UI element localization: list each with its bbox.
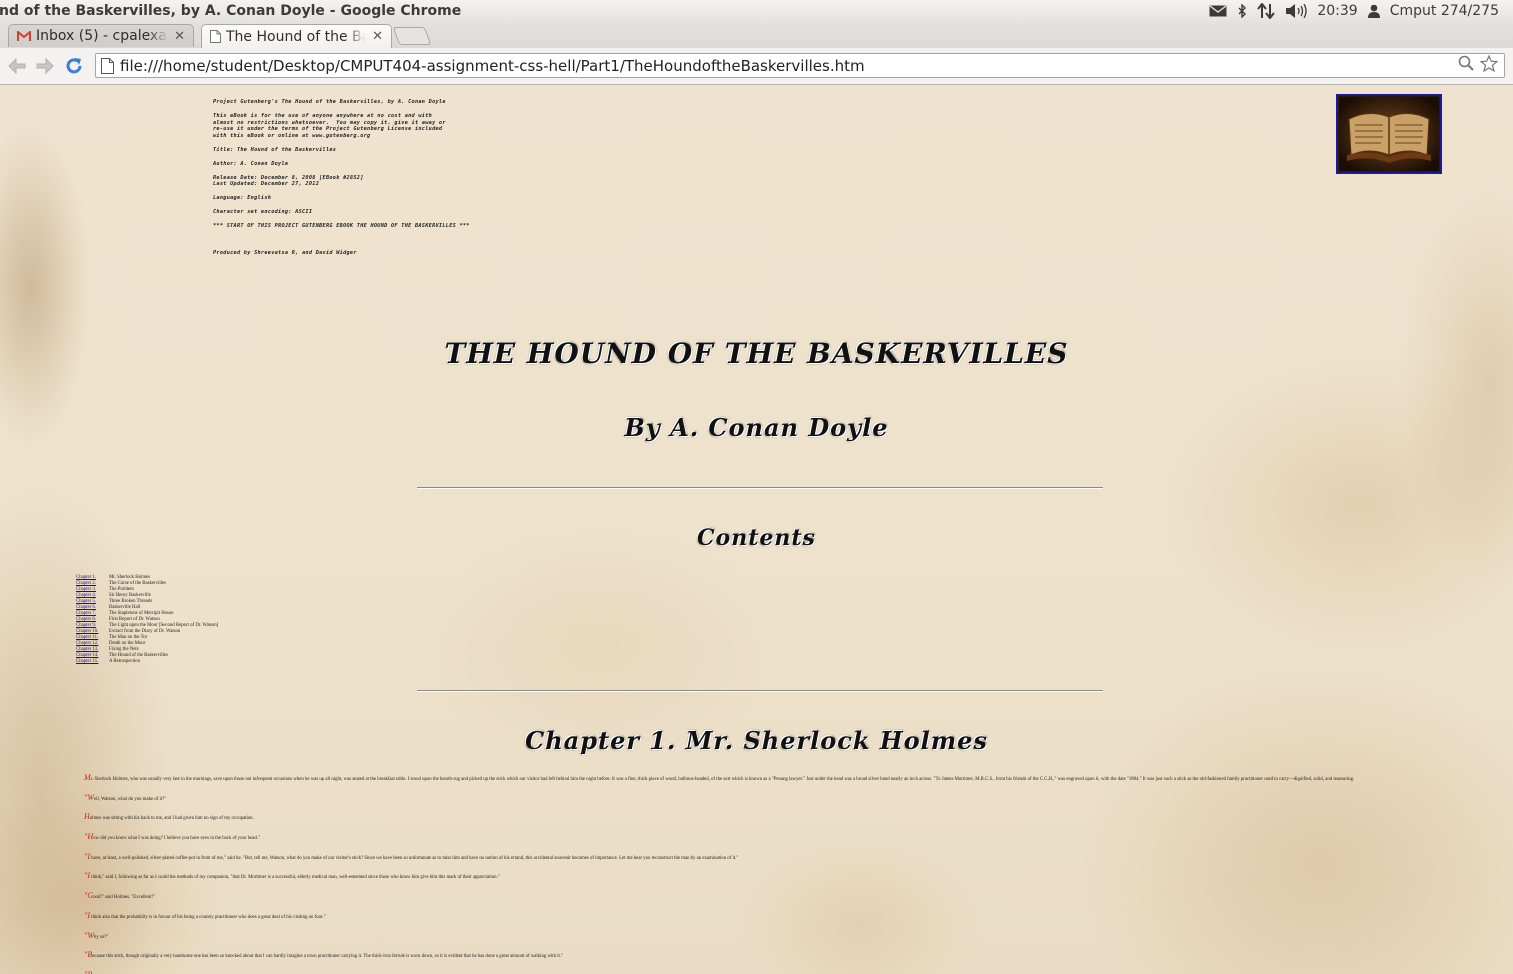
header-charset: Character set encoding: ASCII — [213, 209, 313, 215]
header-start: *** START OF THIS PROJECT GUTENBERG EBOO… — [213, 223, 470, 229]
header-license: This eBook is for the use of anyone anyw… — [213, 113, 446, 139]
toc-link[interactable]: Chapter 15. — [76, 659, 109, 665]
paragraph: "Good!" said Holmes. "Excellent!" — [76, 891, 1448, 901]
paragraph-text: ood!" said Holmes. "Excellent!" — [93, 895, 155, 901]
tab-label: The Hound of the Ba — [226, 28, 367, 45]
drop-cap: "P — [84, 970, 92, 974]
paragraph: Mr. Sherlock Holmes, who was usually ver… — [76, 773, 1448, 783]
header-dates: Release Date: December 8, 2008 [EBook #2… — [213, 174, 364, 188]
paragraph-text: hy so?" — [94, 934, 109, 940]
header-language: Language: English — [213, 195, 272, 201]
forward-button[interactable] — [34, 56, 56, 76]
tab-strip: Inbox (5) - cpalexan@ ✕ The Hound of the… — [0, 22, 1513, 49]
back-arrow-icon — [8, 58, 26, 74]
paragraph: "Why so?" — [76, 930, 1448, 941]
header-author: Author: A. Conan Doyle — [213, 160, 289, 167]
toc-title: A Retrospection — [109, 659, 141, 664]
paragraph: "Well, Watson, what do you make of it?" — [76, 792, 1448, 803]
drop-cap: "B — [84, 950, 93, 960]
drop-cap: M — [84, 773, 91, 782]
paragraph: "I have, at least, a well-polished, silv… — [76, 852, 1448, 862]
paragraph: Holmes was sitting with his back to me, … — [76, 813, 1448, 822]
open-book-icon — [1339, 97, 1439, 171]
panel-user-name[interactable]: Cmput 274/275 — [1390, 3, 1499, 19]
header-title: Title: The Hound of the Baskervilles — [213, 146, 337, 153]
paragraph-text: think," said I, following as far as I co… — [90, 875, 500, 881]
book-title: THE HOUND OF THE BASKERVILLES — [444, 337, 1069, 370]
chapter-text: Mr. Sherlock Holmes, who was usually ver… — [76, 773, 1448, 974]
paragraph: "I think," said I, following as far as I… — [76, 872, 1448, 881]
new-tab-button[interactable] — [392, 27, 432, 45]
indicator-area: 20:39 Cmput 274/275 — [1209, 3, 1499, 19]
page-icon — [210, 30, 221, 43]
tab-close-icon[interactable]: ✕ — [174, 29, 185, 44]
divider — [417, 487, 1103, 489]
drop-cap: "H — [84, 832, 94, 842]
header-line: Project Gutenberg's The Hound of the Bas… — [213, 99, 446, 105]
panel-clock[interactable]: 20:39 — [1317, 3, 1357, 19]
window-title: nd of the Baskervilles, by A. Conan Doyl… — [0, 3, 462, 19]
contents-heading: Contents — [697, 525, 816, 551]
url-text[interactable]: file:///home/student/Desktop/CMPUT404-as… — [120, 57, 1458, 75]
forward-arrow-icon — [36, 58, 54, 74]
divider — [417, 690, 1103, 692]
address-bar[interactable]: file:///home/student/Desktop/CMPUT404-as… — [95, 53, 1505, 78]
paragraph-text: r. Sherlock Holmes, who was usually very… — [90, 777, 1355, 782]
paragraph-text: ow did you know what I was doing? I beli… — [93, 836, 260, 842]
tab-label: Inbox (5) - cpalexan@ — [36, 28, 168, 44]
back-button[interactable] — [6, 56, 28, 76]
tab-close-icon[interactable]: ✕ — [372, 29, 383, 44]
paragraph-text: have, at least, a well-polished, silver-… — [90, 855, 739, 861]
gutenberg-header: Project Gutenberg's The Hound of the Bas… — [213, 99, 533, 264]
tab-hound[interactable]: The Hound of the Ba ✕ — [201, 24, 392, 48]
network-icon[interactable] — [1257, 3, 1276, 19]
user-icon[interactable] — [1367, 4, 1380, 18]
tab-inbox[interactable]: Inbox (5) - cpalexan@ ✕ — [8, 24, 194, 47]
mail-icon[interactable] — [1209, 5, 1227, 17]
drop-cap: "W — [84, 792, 95, 802]
drop-cap: "W — [84, 930, 95, 940]
volume-icon[interactable] — [1285, 4, 1308, 18]
bluetooth-icon[interactable] — [1237, 4, 1247, 18]
header-produced: Produced by Shreevatsa R, and David Widg… — [213, 249, 357, 256]
paragraph-text: ell, Watson, what do you make of it?" — [94, 796, 167, 802]
paragraph: "How did you know what I was doing? I be… — [76, 832, 1448, 842]
page-viewport[interactable]: Project Gutenberg's The Hound of the Bas… — [0, 85, 1513, 974]
paragraph: "I think also that the probability is in… — [76, 911, 1448, 921]
book-cover-image[interactable] — [1336, 94, 1442, 174]
reload-button[interactable] — [63, 56, 85, 76]
paragraph-text: think also that the probability is in fa… — [90, 914, 326, 920]
zoom-search-icon[interactable] — [1458, 55, 1474, 76]
book-author: By A. Conan Doyle — [624, 413, 889, 442]
drop-cap: "G — [84, 891, 94, 901]
paragraph-text: olmes was sitting with his back to me, a… — [89, 816, 254, 822]
reload-icon — [66, 58, 82, 74]
browser-toolbar: file:///home/student/Desktop/CMPUT404-as… — [0, 48, 1513, 85]
chapter-heading: Chapter 1. Mr. Sherlock Holmes — [525, 726, 988, 755]
table-of-contents: Chapter 1. Mr. Sherlock Holmes Chapter 2.… — [76, 575, 218, 665]
paragraph: "Because this stick, though originally a… — [76, 950, 1448, 960]
gmail-icon — [17, 30, 31, 42]
toc-row: Chapter 15. A Retrospection — [76, 659, 218, 665]
bookmark-star-icon[interactable] — [1479, 53, 1499, 77]
paragraph-text: ecause this stick, though originally a v… — [92, 954, 564, 960]
page-icon — [101, 57, 114, 74]
system-top-panel: nd of the Baskervilles, by A. Conan Doyl… — [0, 0, 1513, 22]
